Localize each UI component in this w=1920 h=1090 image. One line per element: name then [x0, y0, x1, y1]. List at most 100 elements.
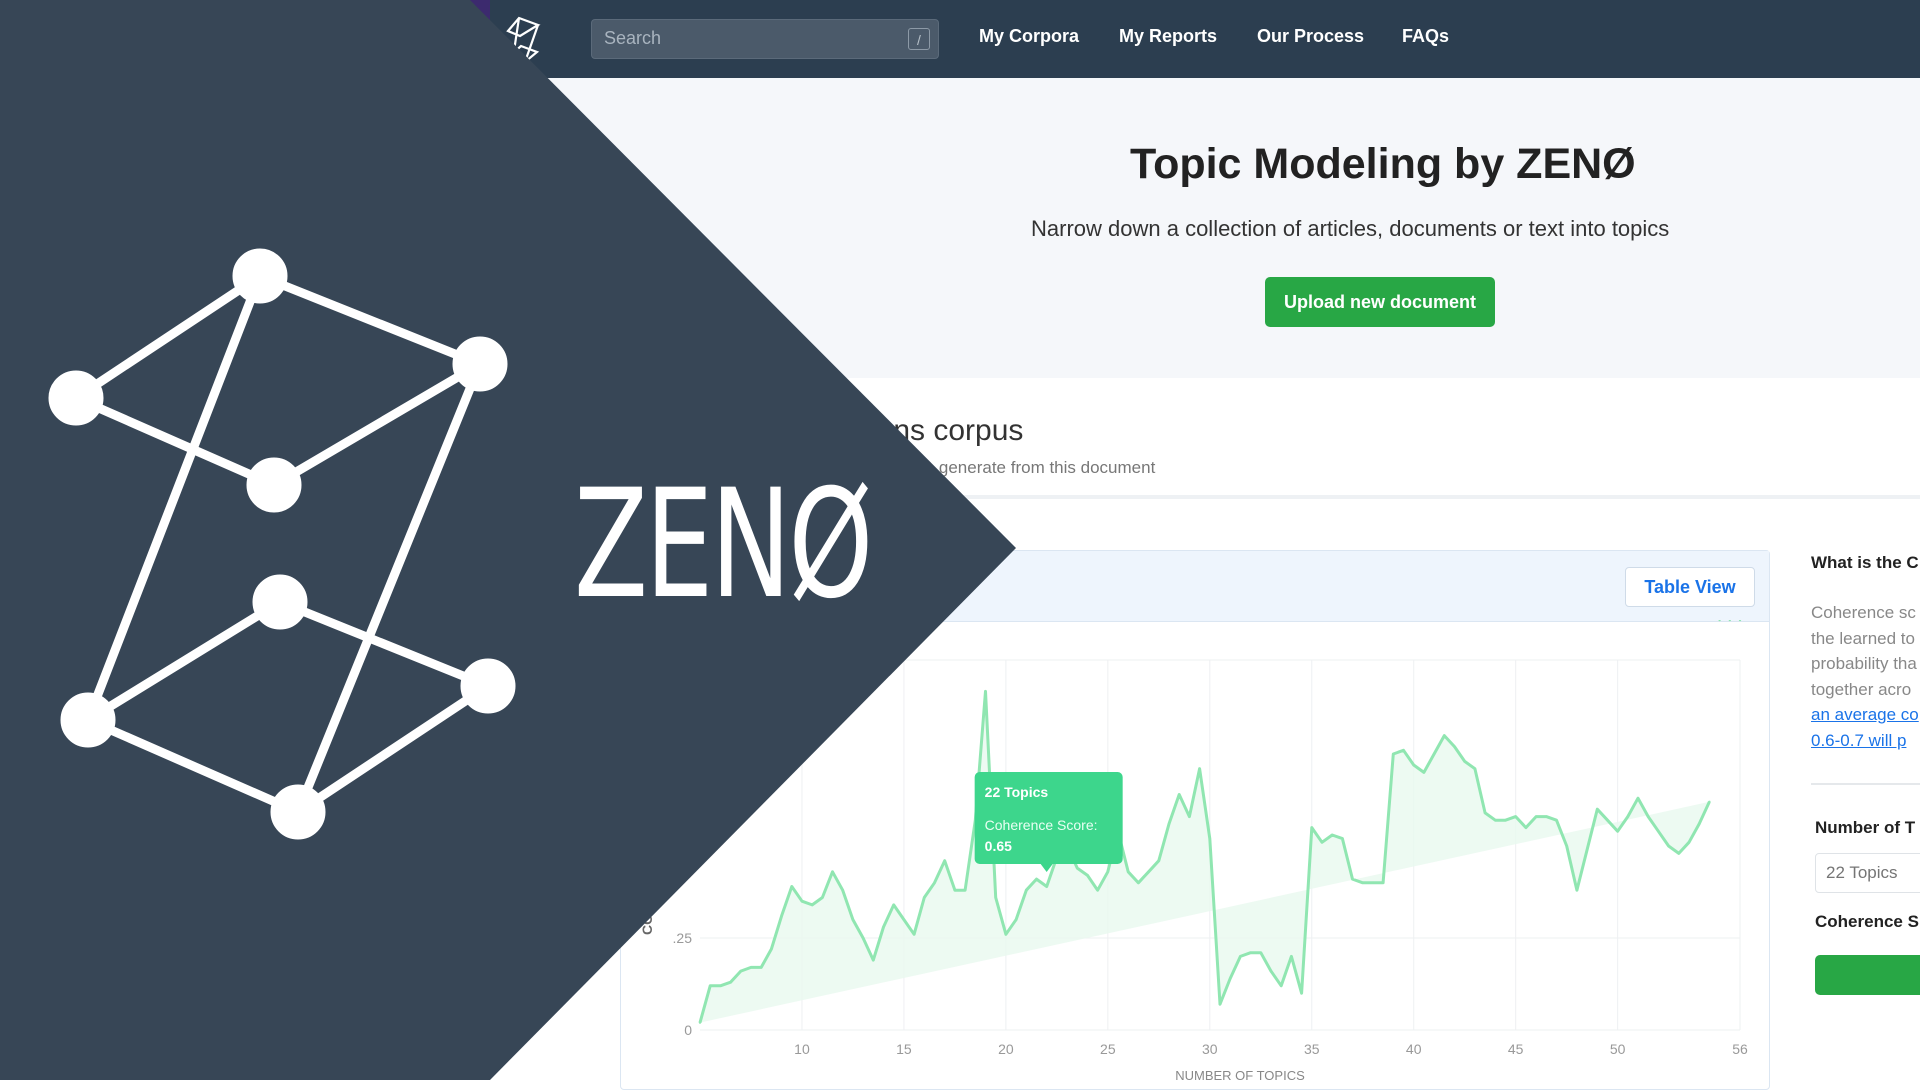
data-point	[1524, 826, 1528, 829]
data-point	[1320, 841, 1324, 844]
data-point	[1188, 815, 1191, 818]
data-point	[1504, 819, 1507, 822]
data-point	[1096, 888, 1099, 892]
number-of-topics-label: Number of T	[1815, 818, 1916, 837]
data-point	[1127, 870, 1130, 873]
data-point	[1249, 951, 1252, 954]
data-point	[1228, 977, 1232, 980]
data-point	[1657, 830, 1660, 833]
number-of-topics-input[interactable]	[1815, 853, 1920, 893]
data-point	[1412, 763, 1415, 767]
data-point	[1402, 749, 1405, 752]
data-point	[1290, 955, 1293, 958]
description-line: Coherence sc	[1811, 603, 1916, 622]
data-point	[1453, 745, 1456, 748]
data-point	[1667, 844, 1670, 848]
data-point	[1514, 815, 1517, 818]
data-point	[1687, 841, 1691, 844]
page-subtitle: Narrow down a collection of articles, do…	[1031, 216, 1670, 241]
data-point	[1422, 771, 1426, 774]
side-divider	[1811, 783, 1920, 785]
data-point	[1106, 870, 1110, 873]
x-tick-label: 56	[1732, 1041, 1748, 1057]
data-point	[1198, 767, 1201, 770]
data-point	[1555, 819, 1558, 822]
data-point	[1463, 760, 1466, 763]
data-point	[1473, 767, 1477, 770]
data-point	[1534, 815, 1538, 818]
data-point	[1035, 877, 1038, 881]
nav-link-my-reports[interactable]: My Reports	[1119, 26, 1217, 47]
description-line: together acro	[1811, 679, 1912, 699]
data-point	[1361, 881, 1364, 884]
data-point	[1269, 969, 1273, 973]
x-tick-label: 35	[1304, 1041, 1320, 1057]
x-tick-label: 40	[1406, 1041, 1422, 1057]
description-line: probability tha	[1811, 654, 1917, 673]
data-point	[1076, 866, 1079, 870]
coherence-question-heading: What is the C	[1811, 553, 1919, 572]
data-point	[1698, 822, 1701, 826]
data-point	[1137, 881, 1140, 884]
data-point	[1616, 830, 1619, 833]
data-point	[1178, 793, 1181, 796]
logo-node	[460, 658, 516, 714]
x-tick-label: 45	[1508, 1041, 1524, 1057]
upload-document-button[interactable]: Upload new document	[1265, 277, 1495, 327]
x-tick-label: 25	[1100, 1041, 1116, 1057]
data-point	[1371, 881, 1375, 884]
data-point	[1279, 984, 1283, 988]
coherence-info-link[interactable]: an average co	[1811, 702, 1920, 728]
data-point	[1483, 811, 1487, 815]
data-point	[1300, 992, 1303, 995]
data-point	[1330, 833, 1334, 837]
data-point	[1025, 888, 1028, 892]
logo-node	[452, 336, 508, 392]
data-point	[1738, 620, 1742, 622]
logo-node	[246, 457, 302, 513]
page-title: Topic Modeling by ZENØ	[1130, 140, 1636, 188]
apply-button[interactable]	[1815, 955, 1920, 995]
data-point	[1565, 844, 1568, 848]
table-view-button[interactable]: Table View	[1625, 567, 1755, 607]
data-point	[1606, 819, 1609, 822]
logo-node	[60, 692, 116, 748]
coherence-score-label: Coherence S	[1815, 912, 1919, 931]
data-point	[1218, 1003, 1222, 1006]
data-point	[1636, 796, 1640, 800]
brand-wordmark: ZENØ	[574, 458, 873, 632]
data-point	[1647, 815, 1650, 818]
data-point	[1239, 955, 1242, 958]
data-point	[1718, 620, 1721, 622]
data-point	[1045, 885, 1048, 888]
data-point	[1392, 752, 1395, 756]
logo-node	[252, 574, 308, 630]
data-point	[1575, 888, 1579, 892]
logo-node	[232, 248, 288, 304]
coherence-description: Coherence sc the learned to probability …	[1811, 600, 1920, 753]
data-point	[1310, 826, 1313, 829]
data-point	[1147, 870, 1150, 873]
x-tick-label: 30	[1202, 1041, 1218, 1057]
data-point	[1167, 822, 1171, 826]
data-point	[1432, 752, 1436, 756]
data-point	[1494, 819, 1497, 822]
data-point	[1677, 852, 1681, 855]
data-point	[1728, 620, 1732, 622]
x-tick-label: 50	[1610, 1041, 1626, 1057]
coherence-info-link[interactable]: 0.6-0.7 will p	[1811, 728, 1920, 754]
data-point	[1086, 874, 1089, 877]
nav-link-our-process[interactable]: Our Process	[1257, 26, 1364, 47]
data-point	[1259, 951, 1262, 954]
data-point	[1341, 837, 1344, 840]
logo-node	[270, 784, 326, 840]
logo-node	[48, 370, 104, 426]
description-line: the learned to	[1811, 628, 1915, 648]
data-point	[1157, 859, 1161, 862]
data-point	[1443, 734, 1446, 737]
x-axis-label: NUMBER OF TOPICS	[1175, 1068, 1305, 1080]
data-point	[1208, 837, 1212, 840]
nav-link-faqs[interactable]: FAQs	[1402, 26, 1449, 47]
data-point	[1381, 881, 1385, 884]
data-point	[1545, 815, 1548, 818]
